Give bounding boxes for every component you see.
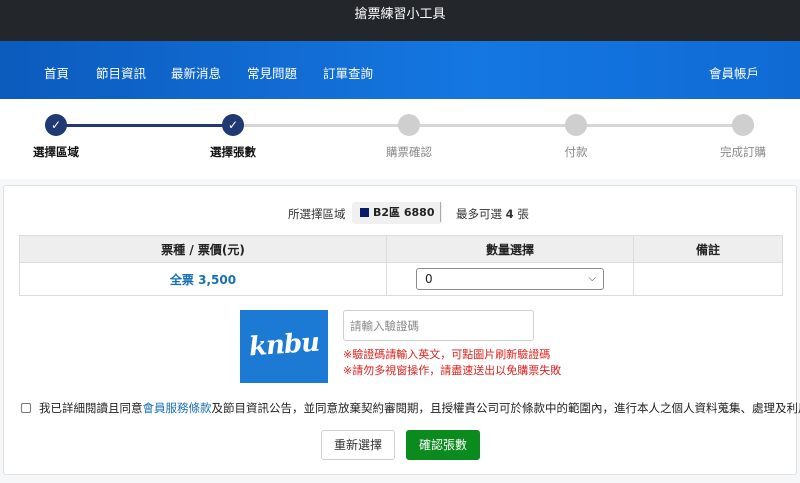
max-suffix: 張 <box>517 207 529 221</box>
captcha-note-1: ※驗證碼請輸入英文，可點圖片刷新驗證碼 <box>343 348 551 361</box>
step-2-label: 選擇張數 <box>210 145 256 159</box>
nav-item-news[interactable]: 最新消息 <box>171 63 221 82</box>
step-1-label: 選擇區域 <box>33 145 79 159</box>
selected-area-value: B2區 6880 <box>373 206 435 219</box>
divider <box>440 202 441 222</box>
ticket-type-price: 全票 3,500 <box>169 272 237 287</box>
step-5-label: 完成訂購 <box>720 145 766 159</box>
col-header-ticket-type: 票種 / 票價(元) <box>19 235 387 263</box>
step-connector-1 <box>56 124 233 127</box>
captcha-input[interactable] <box>343 310 534 341</box>
quantity-value: 0 <box>425 272 433 286</box>
selected-area-label: 所選擇區域 <box>288 207 346 221</box>
step-5-circle <box>732 114 754 136</box>
terms-suffix: 及節目資訊公告，並同意放棄契約審閱期，且授權貴公司可於條款中的範圍內，進行本人之… <box>211 401 800 415</box>
quantity-cell: 0 ⌵ <box>386 262 634 296</box>
main-nav: 首頁 節目資訊 最新消息 常見問題 訂單查詢 會員帳戶 <box>0 41 800 99</box>
nav-item-account[interactable]: 會員帳戶 <box>709 63 759 82</box>
max-count: 4 <box>505 207 514 221</box>
progress-stepper: ✓ ✓ 選擇區域 選擇張數 購票確認 付款 完成訂購 <box>0 99 800 179</box>
captcha-image[interactable]: knbu <box>240 310 328 383</box>
captcha-text: knbu <box>248 327 320 363</box>
step-2-check-icon: ✓ <box>222 114 244 136</box>
step-connector-rest <box>233 124 743 127</box>
table-header-row: 票種 / 票價(元) 數量選擇 備註 <box>19 235 783 263</box>
quantity-select[interactable]: 0 ⌵ <box>416 268 604 290</box>
col-header-remark: 備註 <box>633 235 783 263</box>
step-4-circle <box>565 114 587 136</box>
nav-item-home[interactable]: 首頁 <box>44 63 69 82</box>
nav-item-faq[interactable]: 常見問題 <box>247 63 297 82</box>
nav-item-order-query[interactable]: 訂單查詢 <box>323 63 373 82</box>
ticket-quantity-panel: 所選擇區域 B2區 6880 最多可選 4 張 票種 / 票價(元) 數量選擇 … <box>3 185 800 475</box>
step-3-circle <box>398 114 420 136</box>
remark-cell <box>633 262 783 296</box>
ticket-type-cell: 全票 3,500 <box>19 262 387 296</box>
step-1-check-icon: ✓ <box>45 114 67 136</box>
area-color-swatch <box>360 207 369 217</box>
selected-area-row: 所選擇區域 B2區 6880 最多可選 4 張 <box>4 202 796 224</box>
ticket-table: 票種 / 票價(元) 數量選擇 備註 全票 3,500 0 ⌵ <box>19 235 783 296</box>
step-3-label: 購票確認 <box>386 145 432 159</box>
chevron-down-icon: ⌵ <box>588 273 596 284</box>
confirm-quantity-button[interactable]: 確認張數 <box>406 430 480 460</box>
step-4-label: 付款 <box>564 145 588 159</box>
reset-button[interactable]: 重新選擇 <box>321 430 395 460</box>
terms-checkbox[interactable] <box>21 402 31 413</box>
app-title: 搶票練習小工具 <box>354 7 446 22</box>
nav-item-program-info[interactable]: 節目資訊 <box>96 63 146 82</box>
terms-agreement: 我已詳細閱讀且同意會員服務條款及節目資訊公告，並同意放棄契約審閱期，且授權貴公司… <box>21 400 800 416</box>
max-tickets-text: 最多可選 4 張 <box>456 206 529 222</box>
terms-prefix: 我已詳細閱讀且同意 <box>39 401 143 415</box>
app-title-bar: 搶票練習小工具 <box>0 0 800 41</box>
terms-link[interactable]: 會員服務條款 <box>143 401 212 415</box>
captcha-note-2: ※請勿多視窗操作，請盡速送出以免購票失敗 <box>343 364 562 377</box>
selected-area-badge: B2區 6880 <box>352 202 443 224</box>
col-header-quantity: 數量選擇 <box>386 235 634 263</box>
table-row: 全票 3,500 0 ⌵ <box>19 262 783 296</box>
max-prefix: 最多可選 <box>456 207 502 221</box>
